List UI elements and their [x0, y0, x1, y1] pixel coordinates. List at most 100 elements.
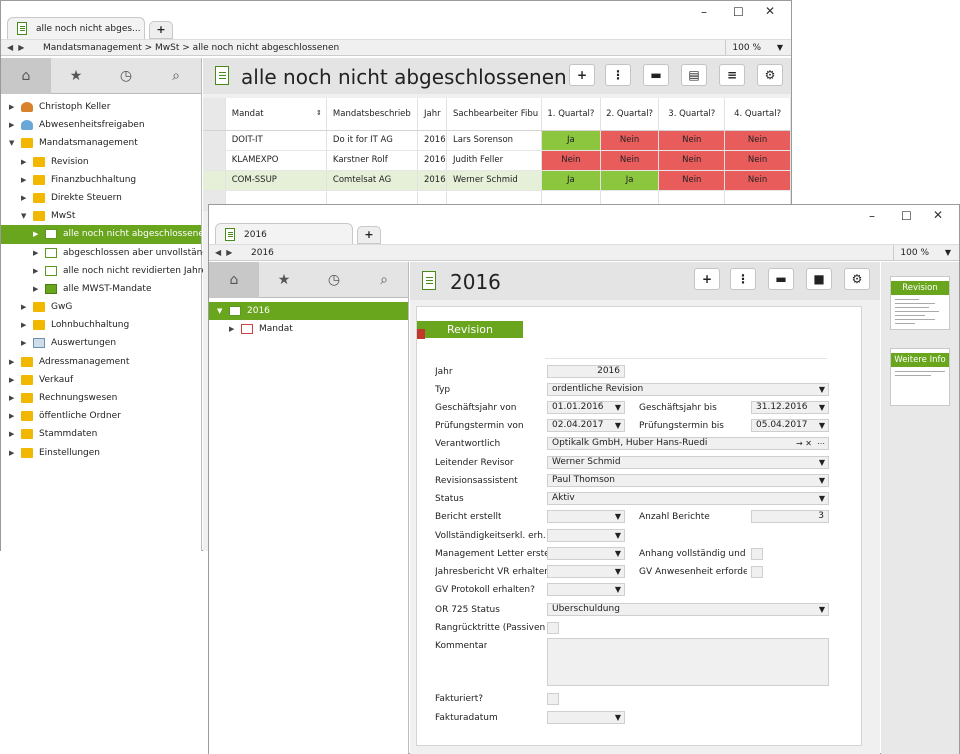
- add-button[interactable]: +: [694, 268, 720, 290]
- tree-item[interactable]: ▶ Verkauf: [1, 371, 201, 389]
- add-button[interactable]: +: [569, 64, 595, 86]
- breadcrumb[interactable]: Mandatsmanagement > MwSt > alle noch nic…: [43, 40, 339, 56]
- star-icon[interactable]: ★: [51, 58, 101, 94]
- maximize-button[interactable]: ☐: [733, 5, 744, 19]
- tree-item-2016[interactable]: ▼ 2016: [209, 302, 408, 320]
- or725-select[interactable]: Überschuldung ▼: [547, 603, 829, 616]
- back-forward-icon[interactable]: ◀ ▶: [215, 245, 232, 261]
- status-select[interactable]: Aktiv ▼: [547, 492, 829, 505]
- column-header[interactable]: 4. Quartal?: [724, 98, 791, 131]
- chevron-right-icon[interactable]: ▶: [9, 98, 14, 116]
- assistent-select[interactable]: Paul Thomson ▼: [547, 474, 829, 487]
- column-header[interactable]: 3. Quartal?: [658, 98, 726, 131]
- column-header[interactable]: 1. Quartal?: [541, 98, 601, 131]
- chevron-down-icon[interactable]: ▼: [217, 302, 222, 320]
- chevron-right-icon[interactable]: ▶: [21, 298, 26, 316]
- chevron-down-icon[interactable]: ▼: [945, 245, 951, 261]
- gj-bis-field[interactable]: 31.12.2016 ▼: [751, 401, 829, 414]
- tree-item[interactable]: ▶ alle noch nicht abgeschlossenen: [1, 225, 210, 244]
- search-icon[interactable]: ⌕: [151, 58, 201, 94]
- verantwortlich-field[interactable]: Optikalk GmbH, Huber Hans-Ruedi → ✕ ⋯: [547, 437, 829, 450]
- home-icon[interactable]: ⌂: [1, 58, 51, 94]
- tree-item[interactable]: ▶ Rechnungswesen: [1, 389, 201, 407]
- tree-item[interactable]: ▶ Christoph Keller: [1, 98, 201, 116]
- card-revision[interactable]: Revision: [890, 276, 950, 330]
- chevron-down-icon[interactable]: ▼: [777, 40, 783, 56]
- tree-item[interactable]: ▶ alle MWST-Mandate: [1, 280, 201, 298]
- minimize-button[interactable]: –: [701, 5, 707, 19]
- chevron-right-icon[interactable]: ▶: [21, 171, 26, 189]
- tree-item[interactable]: ▶ alle noch nicht revidierten Jahre: [1, 262, 207, 280]
- gv-anwesenheit-checkbox[interactable]: [751, 566, 763, 578]
- jahresbericht-select[interactable]: ▼: [547, 565, 625, 578]
- tree-item[interactable]: ▶ öffentliche Ordner: [1, 407, 201, 425]
- new-tab-button[interactable]: +: [357, 226, 381, 244]
- column-header[interactable]: 2. Quartal?: [600, 98, 660, 131]
- tree-item-mandat[interactable]: ▶ Mandat: [209, 320, 408, 338]
- tree-item[interactable]: ▶ Lohnbuchhaltung: [1, 316, 201, 334]
- tree-item[interactable]: ▶ Adressmanagement: [1, 353, 201, 371]
- gj-von-field[interactable]: 01.01.2016 ▼: [547, 401, 625, 414]
- pt-bis-field[interactable]: 05.04.2017 ▼: [751, 419, 829, 432]
- row-gutter[interactable]: [203, 150, 226, 171]
- list-icon[interactable]: ≡: [719, 64, 745, 86]
- more-button[interactable]: ⋮: [605, 64, 631, 86]
- rang-checkbox[interactable]: [547, 622, 559, 634]
- fakturiert-checkbox[interactable]: [547, 693, 559, 705]
- breadcrumb[interactable]: 2016: [251, 245, 274, 261]
- close-button[interactable]: ✕: [933, 208, 943, 222]
- chevron-down-icon[interactable]: ▼: [9, 134, 14, 152]
- table-row[interactable]: DOIT-IT Do it for IT AG 2016 Lars Sorenson J…: [203, 130, 791, 151]
- column-header[interactable]: Sachbearbeiter Fibu: [446, 98, 543, 131]
- kommentar-textarea[interactable]: [547, 638, 829, 686]
- minimize-button[interactable]: –: [869, 209, 875, 223]
- tab-2016[interactable]: 2016: [215, 223, 353, 245]
- tree-item[interactable]: ▶ GwG: [1, 298, 201, 316]
- chevron-right-icon[interactable]: ▶: [21, 189, 26, 207]
- table-row[interactable]: COM-SSUP Comtelsat AG 2016 Werner Schmid Ja J…: [203, 170, 791, 191]
- row-gutter[interactable]: [203, 130, 226, 151]
- folder-icon[interactable]: ■: [806, 268, 832, 290]
- maximize-button[interactable]: ☐: [901, 209, 912, 223]
- card-weitere-info[interactable]: Weitere Info: [890, 348, 950, 406]
- column-header[interactable]: Mandatsbeschrieb: [326, 98, 418, 131]
- bericht-select[interactable]: ▼: [547, 510, 625, 523]
- tree-item[interactable]: ▶ Direkte Steuern: [1, 189, 201, 207]
- tab-alle-noch-nicht[interactable]: alle noch nicht abges...: [7, 17, 145, 39]
- tree-item[interactable]: ▶ Stammdaten: [1, 425, 201, 443]
- back-forward-icon[interactable]: ◀ ▶: [7, 40, 24, 56]
- zoom-level[interactable]: 100 %: [893, 245, 929, 261]
- tree-item[interactable]: ▶ Finanzbuchhaltung: [1, 171, 201, 189]
- column-header[interactable]: Mandat ⇕: [225, 98, 327, 131]
- chevron-right-icon[interactable]: ▶: [9, 371, 14, 389]
- tree-item[interactable]: ▼ Mandatsmanagement: [1, 134, 201, 152]
- chevron-down-icon[interactable]: ▼: [21, 207, 26, 225]
- print-icon[interactable]: ▬: [768, 268, 794, 290]
- revisor-select[interactable]: Werner Schmid ▼: [547, 456, 829, 469]
- export-icon[interactable]: ▤: [681, 64, 707, 86]
- zoom-level[interactable]: 100 %: [725, 40, 761, 56]
- tree-item[interactable]: ▶ abgeschlossen aber unvollständig: [1, 244, 216, 262]
- typ-select[interactable]: ordentliche Revision ▼: [547, 383, 829, 396]
- home-icon[interactable]: ⌂: [209, 262, 259, 298]
- chevron-right-icon[interactable]: ▶: [229, 320, 234, 338]
- jahr-field[interactable]: 2016: [547, 365, 625, 378]
- more-button[interactable]: ⋮: [730, 268, 756, 290]
- chevron-right-icon[interactable]: ▶: [33, 280, 38, 298]
- chevron-right-icon[interactable]: ▶: [9, 389, 14, 407]
- clock-icon[interactable]: ◷: [309, 262, 359, 298]
- vollst-select[interactable]: ▼: [547, 529, 625, 542]
- chevron-right-icon[interactable]: ▶: [21, 316, 26, 334]
- gv-protokoll-select[interactable]: ▼: [547, 583, 625, 596]
- tree-item[interactable]: ▼ MwSt: [1, 207, 201, 225]
- chevron-right-icon[interactable]: ▶: [9, 444, 14, 462]
- chevron-right-icon[interactable]: ▶: [33, 244, 38, 262]
- chevron-right-icon[interactable]: ▶: [9, 116, 14, 134]
- tree-item[interactable]: ▶ Revision: [1, 153, 201, 171]
- chevron-right-icon[interactable]: ▶: [9, 407, 14, 425]
- chevron-right-icon[interactable]: ▶: [33, 262, 38, 280]
- anhang-checkbox[interactable]: [751, 548, 763, 560]
- star-icon[interactable]: ★: [259, 262, 309, 298]
- gear-icon[interactable]: ⚙: [844, 268, 870, 290]
- gear-icon[interactable]: ⚙: [757, 64, 783, 86]
